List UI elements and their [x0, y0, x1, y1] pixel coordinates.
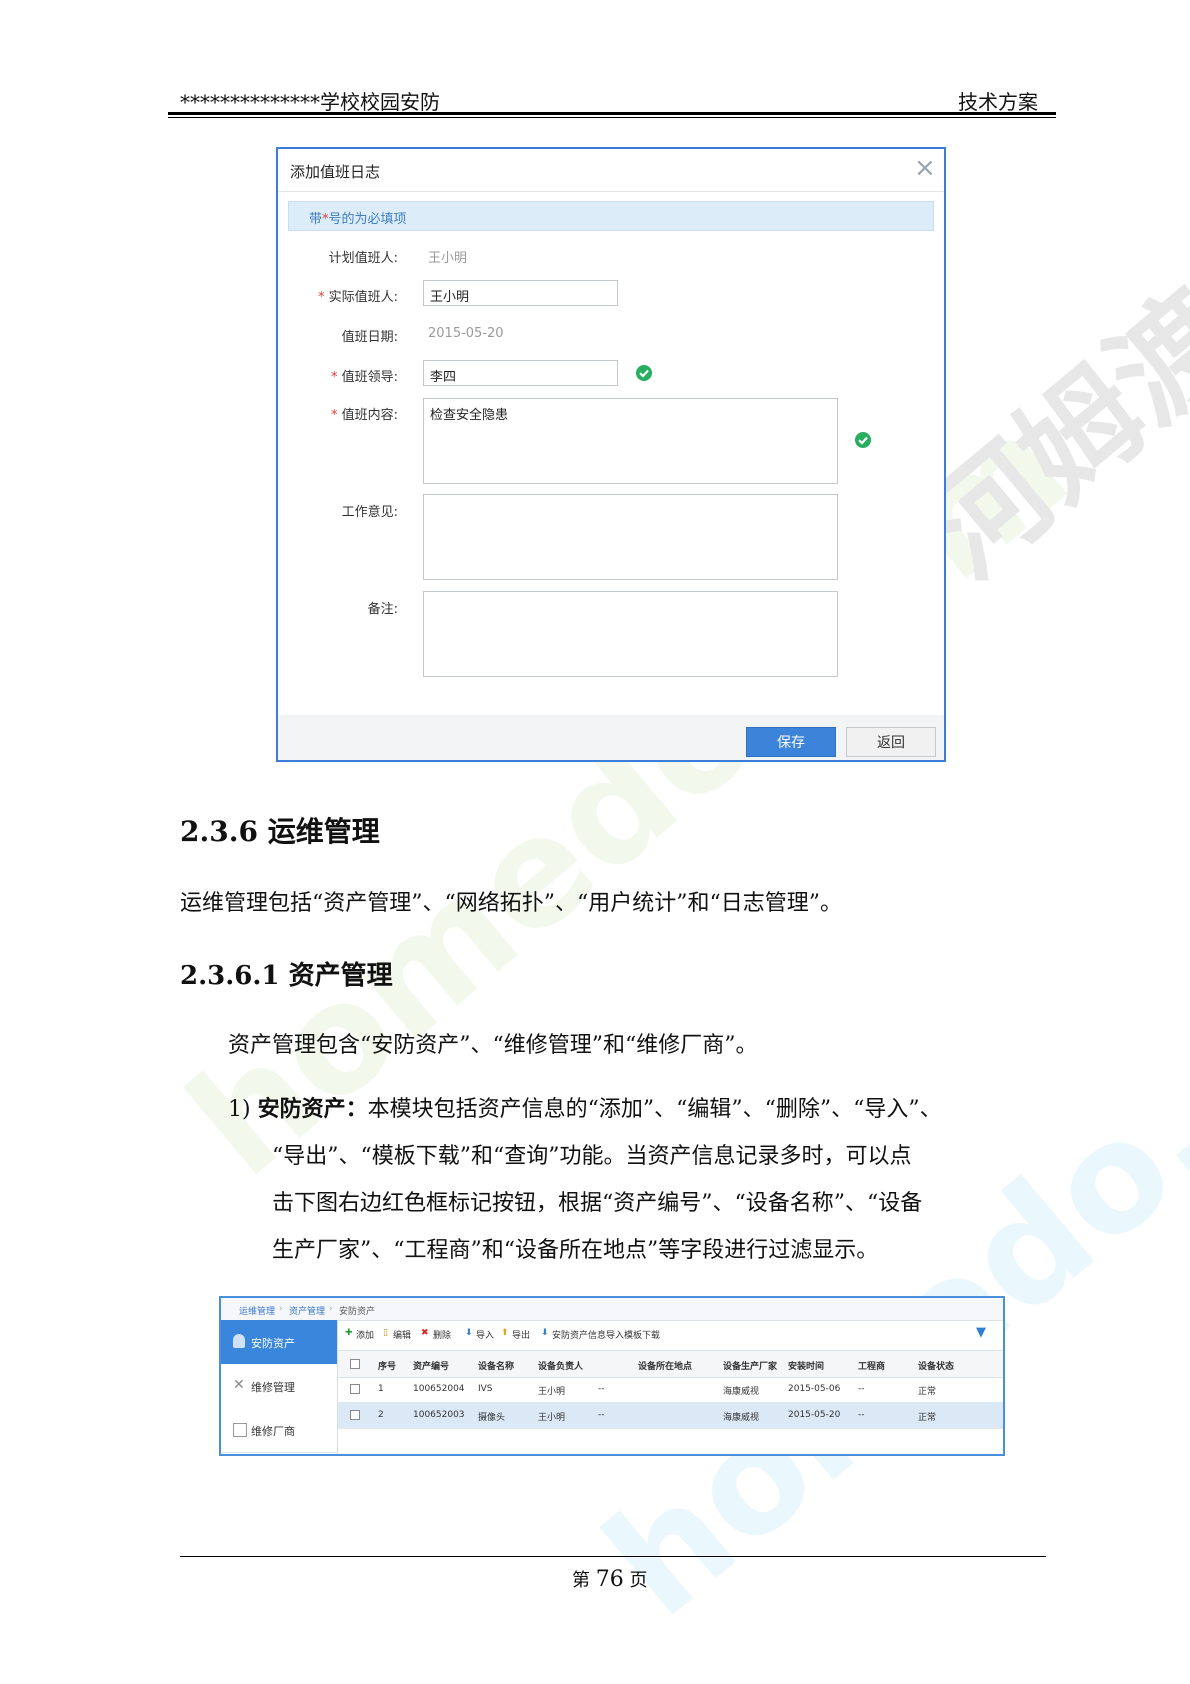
breadcrumb-item: 安防资产: [339, 1307, 376, 1317]
import-icon: ⬇: [465, 1328, 473, 1338]
duty-date-label: 值班日期:: [341, 330, 398, 345]
delete-button[interactable]: 删除: [433, 1328, 451, 1341]
user-icon: [233, 1334, 245, 1348]
add-icon: ✚: [345, 1328, 353, 1338]
back-button[interactable]: 返回: [846, 727, 936, 757]
add-duty-log-dialog: 添加值班日志 × 带*号的为必填项 计划值班人: 王小明 * 实际值班人: 王小…: [276, 147, 946, 762]
save-button[interactable]: 保存: [746, 727, 836, 757]
header-rule-thin: [168, 117, 1056, 118]
sidebar-item-maintenance[interactable]: ✕ 维修管理: [221, 1364, 337, 1409]
filter-icon[interactable]: ▼: [976, 1325, 986, 1340]
edit-icon: ▯: [383, 1328, 388, 1338]
section-paragraph: 资产管理包含“安防资产”、“维修管理”和“维修厂商”。: [228, 1033, 758, 1058]
duty-date-value: 2015-05-20: [428, 326, 504, 341]
duty-leader-label: * 值班领导:: [330, 370, 398, 385]
list-item: 1) 安防资产：本模块包括资产信息的“添加”、“编辑”、“删除”、“导入”、 “…: [228, 1096, 942, 1263]
export-button[interactable]: 导出: [512, 1328, 530, 1341]
column-header: 序号: [378, 1362, 397, 1372]
required-note: 带*号的为必填项: [288, 201, 934, 231]
dialog-title: 添加值班日志: [290, 163, 381, 181]
sidebar-item-vendors[interactable]: 维修厂商: [221, 1408, 337, 1453]
wrench-icon: ✕: [233, 1377, 245, 1393]
column-header[interactable]: 安装时间: [788, 1359, 824, 1372]
duty-content-textarea[interactable]: 检查安全隐患: [423, 398, 838, 484]
template-download-button[interactable]: 安防资产信息导入模板下载: [552, 1328, 660, 1341]
row-checkbox[interactable]: [350, 1384, 360, 1394]
header-right: 技术方案: [958, 90, 1038, 114]
page-number: 第 76 页: [572, 1567, 648, 1592]
remark-textarea[interactable]: [423, 591, 838, 677]
remark-label: 备注:: [367, 602, 398, 617]
column-header: 工程商: [858, 1362, 886, 1372]
export-icon: ⬆: [501, 1328, 509, 1338]
header-left: **************学校校园安防: [180, 90, 440, 114]
column-header: 设备所在地点: [638, 1362, 693, 1372]
edit-button[interactable]: 编辑: [393, 1328, 411, 1341]
sidebar-item-security-assets[interactable]: 安防资产: [221, 1320, 337, 1364]
import-button[interactable]: 导入: [476, 1328, 494, 1341]
section-heading-2-3-6-1: 2.3.6.1 资产管理: [180, 961, 393, 991]
download-icon: ⬇: [541, 1328, 549, 1338]
table-row[interactable]: 1 100652004 IVS 王小明 -- 海康威视 2015-05-06 -…: [338, 1376, 1003, 1403]
select-all-checkbox[interactable]: [350, 1359, 360, 1369]
list-number: 1): [228, 1097, 251, 1122]
section-heading-2-3-6: 2.3.6 运维管理: [180, 815, 380, 848]
column-header: 设备负责人: [538, 1362, 584, 1372]
column-header[interactable]: 资产编号: [413, 1359, 449, 1372]
list-term: 安防资产：: [257, 1096, 368, 1122]
asset-management-screenshot: 运维管理 › 资产管理 › 安防资产 安防资产 ✕ 维修管理 维修厂商 ✚ 添加…: [219, 1296, 1005, 1456]
column-header: 设备状态: [918, 1362, 955, 1372]
column-header: 设备生产厂家: [723, 1362, 778, 1372]
table-row[interactable]: 2 100652003 摄像头 王小明 -- 海康威视 2015-05-20 -…: [338, 1402, 1003, 1429]
work-opinion-textarea[interactable]: [423, 494, 838, 580]
dialog-footer: [278, 715, 944, 760]
valid-check-icon: [855, 432, 871, 448]
column-header: 设备名称: [478, 1362, 515, 1372]
row-checkbox[interactable]: [350, 1410, 360, 1420]
work-opinion-label: 工作意见:: [341, 505, 398, 520]
footer-rule: [180, 1556, 1046, 1557]
actual-staff-input[interactable]: 王小明: [423, 280, 618, 306]
breadcrumb-item[interactable]: 资产管理: [289, 1304, 325, 1317]
section-paragraph: 运维管理包括“资产管理”、“网络拓扑”、“用户统计”和“日志管理”。: [180, 891, 842, 916]
actual-staff-label: * 实际值班人:: [317, 290, 398, 305]
planned-staff-value: 王小明: [428, 251, 468, 266]
delete-icon: ✖: [421, 1328, 429, 1338]
planned-staff-label: 计划值班人:: [328, 251, 398, 266]
duty-content-label: * 值班内容:: [330, 408, 398, 423]
duty-leader-input[interactable]: 李四: [423, 360, 618, 386]
table-header: 序号 资产编号 设备名称 设备负责人 设备所在地点 设备生产厂家 安装时间 工程…: [338, 1350, 1003, 1378]
add-button[interactable]: 添加: [356, 1328, 374, 1341]
building-icon: [233, 1423, 247, 1437]
valid-check-icon: [636, 365, 652, 381]
breadcrumb: 运维管理 › 资产管理 › 安防资产: [221, 1298, 1003, 1321]
header-rule: [168, 112, 1056, 115]
dialog-divider: [278, 191, 944, 192]
breadcrumb-item[interactable]: 运维管理: [239, 1304, 275, 1317]
close-icon[interactable]: ×: [914, 155, 936, 181]
